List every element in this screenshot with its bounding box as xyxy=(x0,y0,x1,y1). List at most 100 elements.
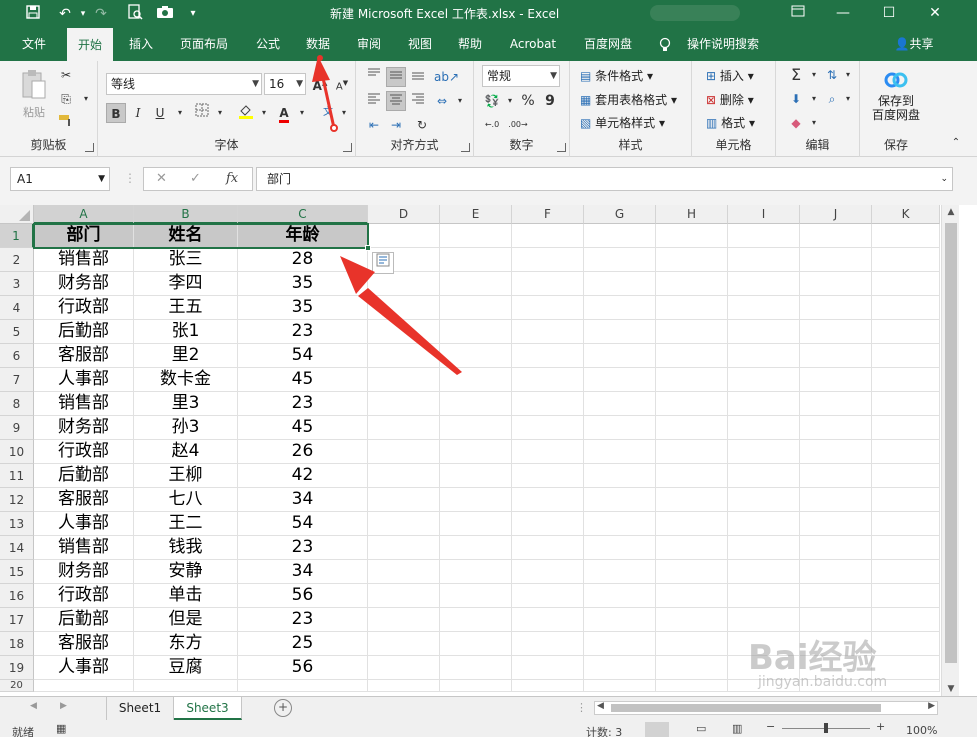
share-button[interactable]: 👤共享 xyxy=(888,28,940,61)
table-cell[interactable]: 35 xyxy=(238,296,367,319)
row-header-14[interactable]: 14 xyxy=(0,536,34,560)
table-cell[interactable]: 客服部 xyxy=(34,488,133,511)
tell-me-search[interactable]: 操作说明搜索 xyxy=(682,28,764,61)
hscroll-thumb[interactable] xyxy=(611,704,881,712)
tab-baidu-netdisk[interactable]: 百度网盘 xyxy=(574,28,642,61)
row-header-20[interactable]: 20 xyxy=(0,680,34,692)
increase-font-icon[interactable]: A▲ xyxy=(310,73,330,93)
fill-handle[interactable] xyxy=(365,245,371,251)
save-icon[interactable] xyxy=(22,4,44,24)
scroll-up-icon[interactable]: ▲ xyxy=(942,207,960,217)
clear-icon[interactable]: ◆ xyxy=(786,113,806,133)
row-header-3[interactable]: 3 xyxy=(0,272,34,296)
table-cell[interactable]: 25 xyxy=(238,632,367,655)
table-cell[interactable]: 李四 xyxy=(134,272,237,295)
tab-page-layout[interactable]: 页面布局 xyxy=(170,28,238,61)
paste-button[interactable]: 粘贴 xyxy=(18,69,50,121)
alignment-launcher-icon[interactable] xyxy=(461,143,470,152)
table-cell[interactable]: 23 xyxy=(238,392,367,415)
table-cell[interactable]: 张1 xyxy=(134,320,237,343)
splitter-dots-icon[interactable]: ⋮ xyxy=(124,171,136,185)
row-header-1[interactable]: 1 xyxy=(0,224,34,248)
name-box[interactable]: A1 ▼ xyxy=(10,167,110,191)
fill-color-icon[interactable] xyxy=(236,103,256,123)
column-header-i[interactable]: I xyxy=(728,205,800,224)
table-cell[interactable]: 豆腐 xyxy=(134,656,237,679)
table-cell[interactable]: 销售部 xyxy=(34,392,133,415)
tab-acrobat[interactable]: Acrobat xyxy=(502,28,564,61)
table-cell[interactable]: 人事部 xyxy=(34,368,133,391)
font-color-dropdown-icon[interactable]: ▾ xyxy=(292,103,312,123)
vertical-scrollbar[interactable]: ▲ ▼ xyxy=(941,205,959,696)
delete-cells-button[interactable]: ⊠ 删除 ▾ xyxy=(706,91,754,108)
page-layout-view-icon[interactable]: ▭ xyxy=(696,722,706,735)
splitter-dots-icon[interactable]: ⋮ xyxy=(576,701,587,714)
table-cell[interactable]: 人事部 xyxy=(34,656,133,679)
cell-styles-button[interactable]: ▧ 单元格样式 ▾ xyxy=(580,114,665,131)
table-cell[interactable]: 后勤部 xyxy=(34,320,133,343)
zoom-out-icon[interactable]: − xyxy=(766,720,775,733)
decrease-decimal-icon[interactable]: .00→ xyxy=(508,115,528,135)
table-cell[interactable]: 销售部 xyxy=(34,536,133,559)
table-cell[interactable]: 23 xyxy=(238,536,367,559)
row-header-7[interactable]: 7 xyxy=(0,368,34,392)
row-header-8[interactable]: 8 xyxy=(0,392,34,416)
redo-icon[interactable]: ↷ xyxy=(90,4,112,24)
tab-insert[interactable]: 插入 xyxy=(120,28,162,61)
font-size-select[interactable]: 16 ▼ xyxy=(264,73,306,95)
maximize-icon[interactable]: ☐ xyxy=(866,0,912,28)
normal-view-icon[interactable] xyxy=(645,722,669,737)
macro-record-icon[interactable]: ▦ xyxy=(56,722,66,735)
row-header-15[interactable]: 15 xyxy=(0,560,34,584)
row-header-12[interactable]: 12 xyxy=(0,488,34,512)
format-painter-icon[interactable] xyxy=(56,113,76,133)
table-cell[interactable]: 孙3 xyxy=(134,416,237,439)
row-header-5[interactable]: 5 xyxy=(0,320,34,344)
copy-dropdown-icon[interactable]: ▾ xyxy=(76,89,96,109)
phonetic-dropdown-icon[interactable]: ▾ xyxy=(334,103,354,123)
horizontal-scrollbar[interactable]: ◀ ▶ xyxy=(594,701,938,715)
table-cell[interactable]: 34 xyxy=(238,488,367,511)
merge-dropdown-icon[interactable]: ▾ xyxy=(450,91,470,111)
decrease-font-icon[interactable]: A▼ xyxy=(332,73,352,93)
select-all-corner[interactable] xyxy=(0,205,34,224)
enter-icon[interactable]: ✓ xyxy=(190,171,201,186)
increase-indent-icon[interactable]: ⇥ xyxy=(386,115,406,135)
table-cell[interactable]: 后勤部 xyxy=(34,464,133,487)
tab-review[interactable]: 审阅 xyxy=(348,28,390,61)
print-preview-icon[interactable] xyxy=(124,4,146,24)
fill-color-dropdown-icon[interactable]: ▾ xyxy=(254,103,274,123)
table-cell[interactable]: 54 xyxy=(238,512,367,535)
row-header-9[interactable]: 9 xyxy=(0,416,34,440)
row-header-19[interactable]: 19 xyxy=(0,656,34,680)
row-header-16[interactable]: 16 xyxy=(0,584,34,608)
expand-formula-icon[interactable]: ⌄ xyxy=(940,168,948,190)
lightbulb-icon[interactable] xyxy=(656,28,674,61)
clear-dropdown-icon[interactable]: ▾ xyxy=(804,113,824,133)
insert-cells-button[interactable]: ⊞ 插入 ▾ xyxy=(706,67,754,84)
align-right-icon[interactable] xyxy=(408,91,428,111)
sort-filter-dropdown-icon[interactable]: ▾ xyxy=(838,65,858,85)
scroll-left-icon[interactable]: ◀ xyxy=(597,701,604,711)
save-to-baidu-button[interactable]: 保存到 百度网盘 xyxy=(864,69,928,122)
column-header-b[interactable]: B xyxy=(134,205,238,224)
borders-dropdown-icon[interactable]: ▾ xyxy=(210,103,230,123)
worksheet-grid[interactable]: ABCDEFGHIJK 1 2 3 4 5 6 7 8 9 10 11 12 13 14 15 16 17 18 1… xyxy=(0,205,977,696)
collapse-ribbon-icon[interactable]: ⌃ xyxy=(946,133,966,153)
customize-toolbar-icon[interactable]: ▾ xyxy=(182,4,204,24)
table-cell[interactable]: 数卡金 xyxy=(134,368,237,391)
row-header-4[interactable]: 4 xyxy=(0,296,34,320)
sheet-tab-sheet1[interactable]: Sheet1 xyxy=(106,697,174,720)
align-center-icon[interactable] xyxy=(386,91,406,111)
currency-dropdown-icon[interactable]: ▾ xyxy=(500,91,520,111)
table-cell[interactable]: 里3 xyxy=(134,392,237,415)
table-cell[interactable]: 45 xyxy=(238,368,367,391)
table-cell[interactable]: 42 xyxy=(238,464,367,487)
column-header-k[interactable]: K xyxy=(872,205,940,224)
column-header-h[interactable]: H xyxy=(656,205,728,224)
tab-help[interactable]: 帮助 xyxy=(449,28,491,61)
font-color-icon[interactable]: A xyxy=(274,103,294,123)
column-header-e[interactable]: E xyxy=(440,205,512,224)
tab-home[interactable]: 开始 xyxy=(67,28,113,61)
table-cell[interactable]: 张三 xyxy=(134,248,237,271)
